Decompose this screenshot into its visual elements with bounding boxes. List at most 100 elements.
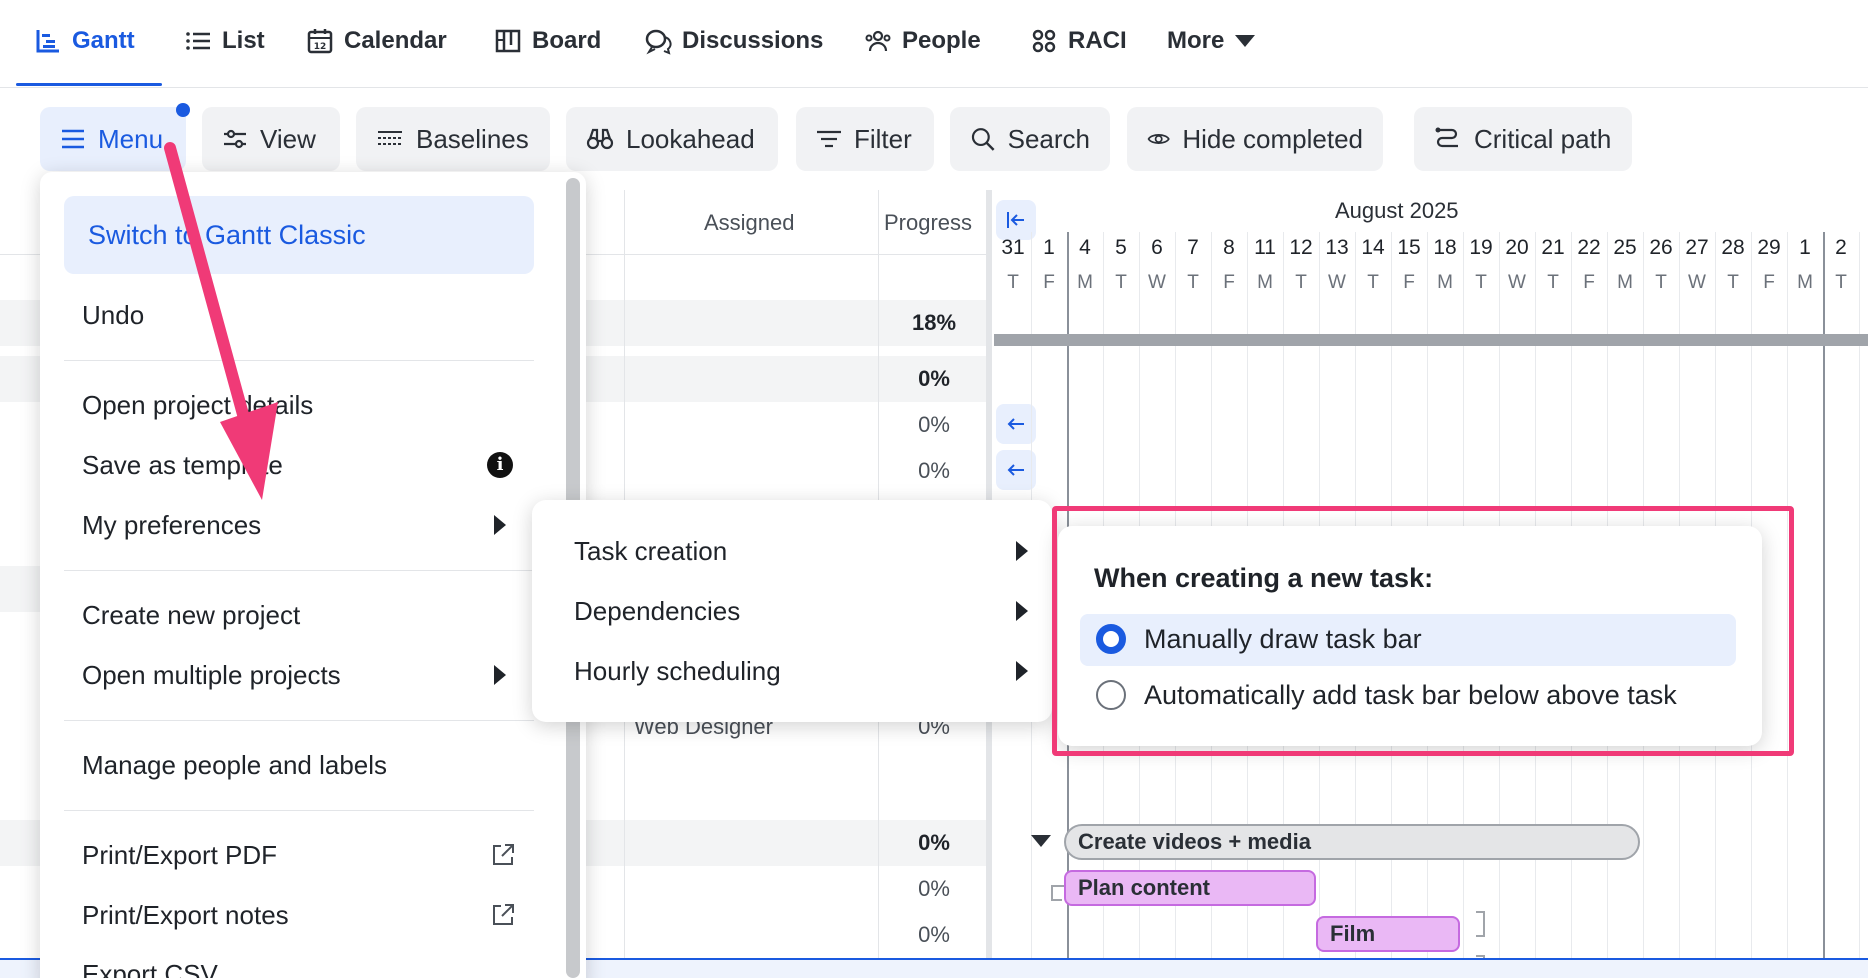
hamburger-icon [62, 129, 84, 149]
search-button-label: Search [1007, 123, 1090, 154]
raci-icon [1032, 29, 1056, 53]
submenu-arrow-icon [1016, 601, 1028, 621]
timeline-day-letter: T [1187, 272, 1199, 293]
hide-completed-button[interactable]: Hide completed [1127, 107, 1383, 171]
scroll-to-task-button[interactable] [996, 450, 1036, 490]
timeline-day-letter: W [1148, 272, 1166, 293]
timeline-day-number: 7 [1187, 236, 1199, 259]
timeline-day-number: 6 [1151, 236, 1163, 259]
tab-raci-label: RACI [1068, 27, 1127, 54]
timeline-day-number: 25 [1613, 236, 1637, 259]
tab-gantt[interactable]: Gantt [34, 18, 135, 64]
tab-board-label: Board [532, 27, 602, 54]
timeline-day-letter: W [1328, 272, 1346, 293]
timeline-day-number: 8 [1223, 236, 1235, 259]
annotation-highlight-box [1052, 506, 1794, 756]
menu-print-export-pdf[interactable]: Print/Export PDF [82, 840, 277, 871]
submenu-arrow-icon [1016, 541, 1028, 561]
menu-manage-people[interactable]: Manage people and labels [82, 750, 387, 781]
discussions-icon [645, 29, 672, 55]
tab-board[interactable]: Board [494, 18, 601, 64]
timeline-day-letter: F [1403, 272, 1415, 293]
baselines-icon [378, 131, 402, 145]
critical-path-icon [1435, 127, 1458, 148]
menu-open-multiple-projects[interactable]: Open multiple projects [82, 660, 341, 691]
submenu-arrow-icon [494, 665, 506, 685]
submenu-arrow-icon [1016, 661, 1028, 681]
baselines-button-label: Baselines [416, 123, 529, 154]
tab-list-label: List [222, 27, 265, 54]
tab-calendar-label: Calendar [344, 27, 447, 54]
tab-discussions[interactable]: Discussions [644, 18, 823, 64]
submenu-hourly-scheduling[interactable]: Hourly scheduling [574, 656, 781, 687]
progress-value: 18% [911, 310, 957, 335]
timeline-day-letter: W [1508, 272, 1526, 293]
menu-print-export-notes[interactable]: Print/Export notes [82, 900, 289, 931]
timeline-day-number: 28 [1721, 236, 1745, 259]
timeline-day-letter: M [1797, 272, 1813, 293]
timeline-day-letter: T [1475, 272, 1487, 293]
critical-path-button[interactable]: Critical path [1414, 107, 1632, 171]
timeline-day-letter: M [1257, 272, 1273, 293]
timeline-day-number: 2 [1835, 236, 1847, 259]
task-bar-group[interactable]: Create videos + media [1064, 824, 1640, 860]
timeline-day-letter: T [1547, 272, 1559, 293]
search-button[interactable]: Search [950, 107, 1110, 171]
timeline-day-letter: F [1043, 272, 1055, 293]
progress-value: 0% [918, 458, 950, 483]
timeline-day-number: 20 [1505, 236, 1529, 259]
tab-more[interactable]: More [1167, 18, 1256, 64]
timeline-day-number: 15 [1397, 236, 1421, 259]
timeline-day-number: 31 [1001, 236, 1025, 259]
task-bar[interactable]: Film [1316, 916, 1460, 952]
column-header-assigned[interactable]: Assigned [704, 210, 795, 236]
progress-value: 0% [918, 366, 950, 391]
info-icon[interactable]: i [487, 452, 513, 478]
tab-discussions-label: Discussions [682, 27, 824, 54]
menu-undo[interactable]: Undo [82, 300, 144, 331]
baselines-button[interactable]: Baselines [356, 107, 550, 171]
submenu-dependencies[interactable]: Dependencies [574, 596, 740, 627]
menu-divider [64, 810, 534, 811]
filter-icon [817, 130, 841, 148]
timeline-day-letter: T [1367, 272, 1379, 293]
column-header-progress[interactable]: Progress [884, 210, 972, 236]
scroll-to-task-button[interactable] [996, 404, 1036, 444]
submenu-arrow-icon [494, 515, 506, 535]
progress-value: 0% [918, 876, 950, 901]
menu-export-csv[interactable]: Export CSV [82, 959, 218, 978]
people-icon [865, 30, 891, 52]
group-toggle-icon[interactable] [1030, 834, 1052, 848]
menu-divider [64, 570, 534, 571]
progress-value: 0% [918, 922, 950, 947]
timeline-month: August 2025 [1335, 198, 1459, 223]
arrow-left-icon [1007, 418, 1024, 430]
tab-people-label: People [902, 27, 981, 54]
timeline-day-letter: M [1077, 272, 1093, 293]
tab-raci[interactable]: RACI [1030, 18, 1127, 64]
submenu-task-creation[interactable]: Task creation [574, 536, 727, 567]
timeline-day-number: 27 [1685, 236, 1709, 259]
project-summary-bar [994, 334, 1868, 346]
timeline-day-number: 13 [1325, 236, 1349, 259]
lookahead-button-label: Lookahead [626, 123, 755, 154]
arrow-left-icon [1007, 464, 1024, 476]
timeline-day-number: 11 [1254, 236, 1276, 259]
tab-calendar[interactable]: 12 Calendar [306, 18, 447, 64]
collapse-grid-button[interactable] [996, 200, 1036, 240]
notification-dot [176, 103, 190, 117]
progress-value: 0% [918, 830, 950, 855]
search-icon [971, 128, 995, 151]
timeline-day-number: 29 [1757, 236, 1781, 259]
task-bar[interactable]: Plan content [1064, 870, 1316, 906]
board-icon [495, 29, 521, 53]
filter-button[interactable]: Filter [796, 107, 934, 171]
timeline-day-number: 18 [1433, 236, 1457, 259]
tab-list[interactable]: List [184, 18, 265, 64]
timeline-day-letter: T [1295, 272, 1307, 293]
menu-create-new-project[interactable]: Create new project [82, 600, 300, 631]
lookahead-button[interactable]: Lookahead [566, 107, 778, 171]
timeline-day-letter: T [1835, 272, 1847, 293]
tab-people[interactable]: People [864, 18, 981, 64]
svg-text:12: 12 [314, 42, 327, 52]
